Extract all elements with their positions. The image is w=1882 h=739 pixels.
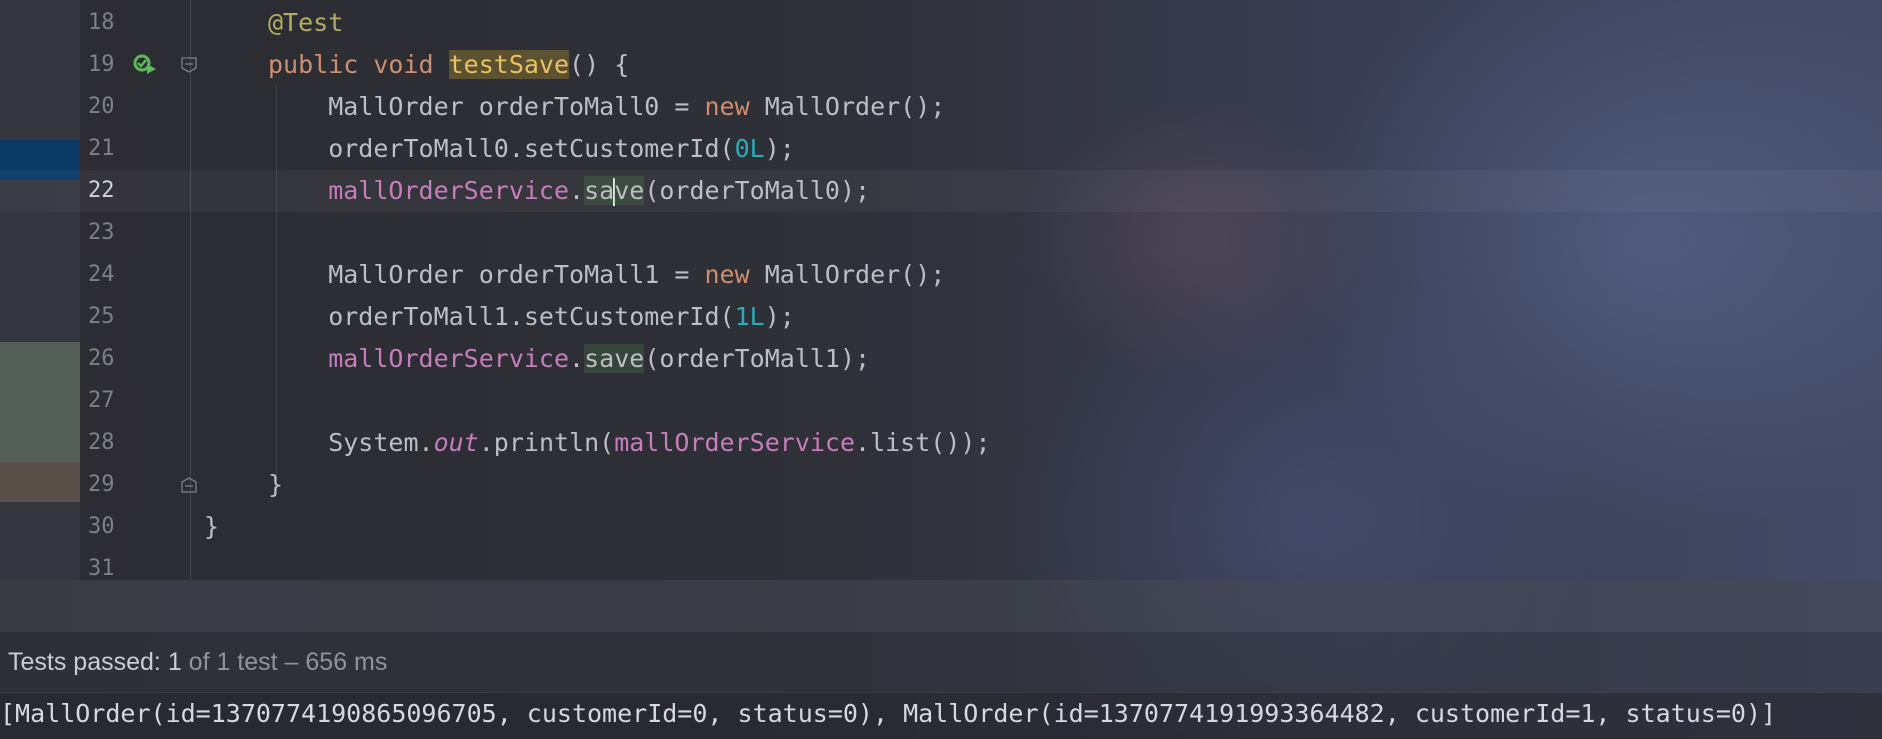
code-text: } (268, 470, 284, 499)
method-name: testSave (448, 50, 570, 79)
code-line[interactable]: 20 MallOrder orderToMall0 = new MallOrde… (0, 86, 1882, 128)
line-number: 18 (88, 10, 115, 35)
code-line[interactable]: 18 @Test (0, 2, 1882, 44)
code-text: public void testSave() { (268, 50, 630, 79)
code-line[interactable]: 30 } (0, 506, 1882, 548)
line-number: 30 (88, 514, 115, 539)
line-number: 28 (88, 430, 115, 455)
code-text: orderToMall0.setCustomerId(0L); (268, 134, 795, 163)
fold-marker-icon[interactable] (181, 57, 197, 73)
line-number: 19 (88, 52, 115, 77)
line-number: 24 (88, 262, 115, 287)
console-output-text: [MallOrder(id=1370774190865096705, custo… (0, 699, 1777, 728)
code-line[interactable]: 31 (0, 548, 1882, 580)
code-line[interactable]: 27 (0, 380, 1882, 422)
line-number: 20 (88, 94, 115, 119)
code-line[interactable]: 23 (0, 212, 1882, 254)
code-line[interactable]: 26 mallOrderService.save(orderToMall1); (0, 338, 1882, 380)
line-number: 26 (88, 346, 115, 371)
code-text: MallOrder orderToMall0 = new MallOrder()… (268, 92, 946, 121)
code-line[interactable]: 28 System.out.println(mallOrderService.l… (0, 422, 1882, 464)
code-text: } (204, 512, 220, 541)
code-text: orderToMall1.setCustomerId(1L); (268, 302, 795, 331)
code-text: mallOrderService.save(orderToMall0); (268, 176, 871, 206)
run-test-icon[interactable] (132, 52, 158, 78)
fold-marker-icon[interactable] (181, 477, 197, 493)
line-number: 27 (88, 388, 115, 413)
code-text: MallOrder orderToMall1 = new MallOrder()… (268, 260, 946, 289)
code-editor[interactable]: 18 @Test 19 public void testSave() { 20 … (0, 0, 1882, 580)
code-line[interactable]: 21 orderToMall0.setCustomerId(0L); (0, 128, 1882, 170)
test-status-text: Tests passed: 1 of 1 test – 656 ms (8, 648, 388, 676)
code-line[interactable]: 19 public void testSave() { (0, 44, 1882, 86)
line-number: 21 (88, 136, 115, 161)
code-line[interactable]: 24 MallOrder orderToMall1 = new MallOrde… (0, 254, 1882, 296)
code-line[interactable]: 29 } (0, 464, 1882, 506)
line-number: 23 (88, 220, 115, 245)
code-line-current[interactable]: 22 mallOrderService.save(orderToMall0); (0, 170, 1882, 212)
code-text: mallOrderService.save(orderToMall1); (268, 344, 871, 373)
line-number: 25 (88, 304, 115, 329)
line-number: 22 (88, 178, 115, 203)
line-number: 31 (88, 556, 115, 580)
code-text: System.out.println(mallOrderService.list… (268, 428, 991, 457)
line-number: 29 (88, 472, 115, 497)
code-text: @Test (268, 8, 344, 37)
code-line[interactable]: 25 orderToMall1.setCustomerId(1L); (0, 296, 1882, 338)
tool-window-header (0, 580, 1882, 632)
